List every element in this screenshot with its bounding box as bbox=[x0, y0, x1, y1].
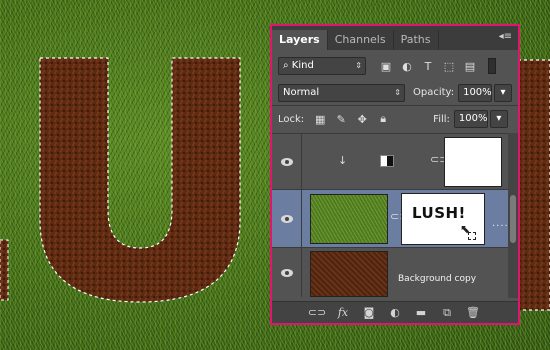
fill-dropdown[interactable]: ▾ bbox=[489, 110, 508, 128]
blend-mode-select[interactable]: Normal ⇕ bbox=[278, 83, 405, 102]
scrollbar-thumb[interactable] bbox=[510, 195, 516, 243]
adjustment-layer-icon[interactable]: ◐ bbox=[385, 305, 405, 321]
mask-text: LUSH! bbox=[412, 204, 466, 222]
type-filter-icon[interactable]: T bbox=[420, 58, 436, 74]
fx-icon[interactable]: fx bbox=[333, 305, 353, 321]
chevron-down-icon: ▾ bbox=[496, 113, 502, 124]
fill-input[interactable]: 100% bbox=[453, 110, 488, 128]
grass-layer-thumbnail[interactable] bbox=[310, 194, 388, 244]
trash-icon[interactable]: 🗑︎ bbox=[463, 305, 483, 321]
clipping-arrow-icon: ↓ bbox=[338, 154, 348, 167]
lock-transparent-icon[interactable]: ▦ bbox=[312, 111, 328, 127]
filter-row: ⌕ Kind ⇕ ▣ ◐ T ⬚ ▤ bbox=[272, 52, 518, 80]
letter-u bbox=[39, 57, 241, 303]
layers-bottom-toolbar: ⊂⊃ fx ◙ ◐ ▬ ⧉ 🗑︎ bbox=[272, 301, 518, 323]
visibility-toggle[interactable] bbox=[272, 134, 302, 189]
layer-row-grass[interactable]: ⊂⊃ LUSH! ⬉ .... bbox=[272, 189, 518, 247]
new-layer-icon[interactable]: ⧉ bbox=[437, 305, 457, 321]
search-icon: ⌕ bbox=[283, 60, 289, 71]
text-mask-thumbnail[interactable]: LUSH! ⬉ bbox=[401, 193, 485, 245]
lock-all-icon[interactable]: 🔒︎ bbox=[375, 111, 391, 127]
group-folder-icon[interactable]: ▬ bbox=[411, 305, 431, 321]
letter-partial-left bbox=[0, 239, 9, 301]
lock-row: Lock: ▦ ✎ ✥ 🔒︎ Fill: 100% ▾ bbox=[272, 106, 518, 132]
link-layers-icon[interactable]: ⊂⊃ bbox=[307, 305, 327, 321]
chevron-down-icon: ⇕ bbox=[355, 61, 362, 70]
eye-icon bbox=[280, 214, 293, 223]
layers-list: ↓ ⊂⊃ ⊂⊃ LUSH! ⬉ .... Background copy bbox=[272, 133, 518, 298]
filter-toggle-switch[interactable] bbox=[488, 58, 496, 74]
tab-layers[interactable]: Layers bbox=[272, 30, 328, 50]
smart-object-filter-icon[interactable]: ▤ bbox=[462, 58, 478, 74]
lock-image-icon[interactable]: ✎ bbox=[333, 111, 349, 127]
layer-row-adjustment[interactable]: ↓ ⊂⊃ bbox=[272, 133, 518, 189]
eye-icon bbox=[280, 268, 293, 277]
add-mask-icon[interactable]: ◙ bbox=[359, 305, 379, 321]
panel-tabs: Layers Channels Paths ◂≡ bbox=[272, 26, 518, 50]
soil-layer-thumbnail[interactable] bbox=[310, 251, 388, 297]
tab-channels[interactable]: Channels bbox=[328, 30, 394, 50]
layer-mask-thumbnail[interactable] bbox=[444, 137, 502, 187]
blend-row: Normal ⇕ Opacity: 100% ▾ bbox=[272, 80, 518, 106]
layer-row-background-copy[interactable]: Background copy bbox=[272, 247, 518, 297]
blend-mode-value: Normal bbox=[283, 86, 320, 98]
kind-filter-label: Kind bbox=[291, 60, 314, 71]
fill-label: Fill: bbox=[433, 113, 450, 125]
eye-icon bbox=[280, 157, 293, 166]
layer-name[interactable]: Background copy bbox=[398, 274, 476, 284]
chevron-down-icon: ▾ bbox=[500, 86, 506, 98]
layers-panel: Layers Channels Paths ◂≡ ⌕ Kind ⇕ ▣ ◐ T … bbox=[270, 24, 520, 325]
gradient-map-icon bbox=[380, 155, 394, 167]
opacity-label: Opacity: bbox=[412, 87, 455, 98]
selection-cursor-icon bbox=[468, 232, 476, 240]
opacity-dropdown[interactable]: ▾ bbox=[494, 83, 512, 102]
opacity-input[interactable]: 100% bbox=[458, 83, 493, 102]
visibility-toggle[interactable] bbox=[272, 248, 302, 297]
image-filter-icon[interactable]: ▣ bbox=[378, 58, 394, 74]
kind-filter-select[interactable]: ⌕ Kind ⇕ bbox=[278, 57, 366, 75]
more-dots-icon: .... bbox=[492, 218, 509, 229]
visibility-toggle[interactable] bbox=[272, 190, 302, 247]
shape-filter-icon[interactable]: ⬚ bbox=[441, 58, 457, 74]
chevron-down-icon: ⇕ bbox=[394, 87, 401, 97]
layers-scrollbar[interactable] bbox=[508, 133, 518, 298]
tab-paths[interactable]: Paths bbox=[394, 30, 439, 50]
adjustment-filter-icon[interactable]: ◐ bbox=[399, 58, 415, 74]
panel-menu-icon[interactable]: ◂≡ bbox=[499, 31, 512, 42]
lock-label: Lock: bbox=[278, 113, 305, 125]
lock-position-icon[interactable]: ✥ bbox=[354, 111, 370, 127]
